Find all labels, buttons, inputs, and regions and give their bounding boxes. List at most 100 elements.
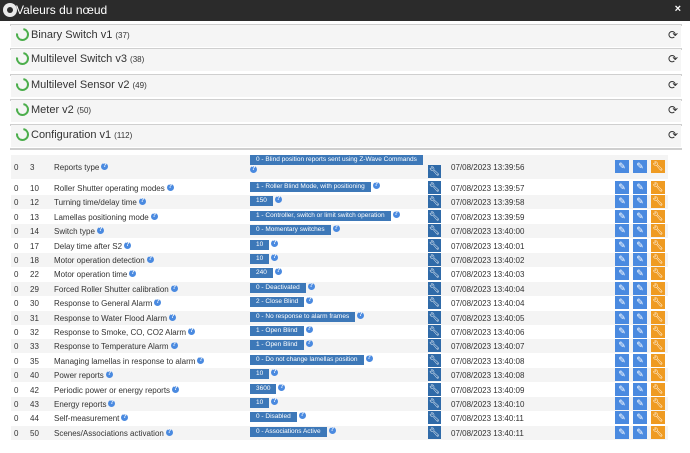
wrench-icon[interactable]: 🔧︎ (428, 267, 441, 281)
pencil-icon[interactable]: ✎ (633, 253, 647, 266)
wrench-icon[interactable]: 🔧︎ (651, 397, 665, 410)
refresh-icon[interactable]: ⟳ (668, 103, 678, 117)
question-icon[interactable]: ? (121, 414, 129, 422)
pencil-icon[interactable]: ✎ (615, 353, 629, 367)
value-badge[interactable]: 150 (250, 196, 273, 207)
question-icon[interactable]: ? (305, 340, 313, 348)
pencil-icon[interactable]: ✎ (615, 181, 629, 194)
pencil-icon[interactable]: ✎ (633, 353, 647, 367)
pencil-icon[interactable]: ✎ (615, 296, 629, 310)
question-icon[interactable]: ? (392, 210, 400, 218)
pencil-icon[interactable]: ✎ (633, 425, 647, 439)
pencil-icon[interactable]: ✎ (633, 181, 647, 194)
question-icon[interactable]: ? (274, 268, 282, 276)
pencil-icon[interactable]: ✎ (615, 160, 629, 173)
pencil-icon[interactable]: ✎ (633, 339, 647, 353)
wrench-icon[interactable]: 🔧︎ (651, 296, 665, 310)
wrench-icon[interactable]: 🔧︎ (428, 253, 441, 266)
value-badge[interactable]: 10 (250, 239, 270, 250)
section-meter[interactable]: Meter v2 (50) ⟳ (11, 100, 681, 122)
question-icon[interactable]: ? (170, 284, 178, 292)
section-binary-switch[interactable]: Binary Switch v1 (37) ⟳ (11, 25, 681, 47)
wrench-icon[interactable]: 🔧︎ (428, 425, 441, 439)
pencil-icon[interactable]: ✎ (633, 368, 647, 382)
pencil-icon[interactable]: ✎ (633, 209, 647, 223)
value-badge[interactable]: 1 - Open Blind (250, 340, 304, 351)
pencil-icon[interactable]: ✎ (633, 411, 647, 425)
refresh-icon[interactable]: ⟳ (668, 78, 678, 92)
pencil-icon[interactable]: ✎ (615, 195, 629, 209)
wrench-icon[interactable]: 🔧︎ (428, 310, 441, 324)
wrench-icon[interactable]: 🔧︎ (428, 281, 441, 295)
question-icon[interactable]: ? (250, 166, 257, 173)
wrench-icon[interactable]: 🔧︎ (651, 368, 665, 382)
value-badge[interactable]: 10 (250, 254, 270, 264)
value-badge[interactable]: 0 - Do not change lamellas position (250, 354, 364, 365)
question-icon[interactable]: ? (150, 212, 158, 220)
pencil-icon[interactable]: ✎ (615, 411, 629, 425)
pencil-icon[interactable]: ✎ (633, 310, 647, 324)
question-icon[interactable]: ? (138, 198, 146, 206)
wrench-icon[interactable]: 🔧︎ (428, 325, 441, 338)
question-icon[interactable]: ? (307, 282, 315, 290)
pencil-icon[interactable]: ✎ (615, 209, 629, 223)
pencil-icon[interactable]: ✎ (633, 238, 647, 252)
pencil-icon[interactable]: ✎ (633, 397, 647, 410)
wrench-icon[interactable]: 🔧︎ (651, 160, 665, 173)
question-icon[interactable]: ? (271, 254, 279, 261)
wrench-icon[interactable]: 🔧︎ (428, 353, 441, 367)
question-icon[interactable]: ? (166, 184, 174, 191)
value-badge[interactable]: 10 (250, 398, 270, 408)
pencil-icon[interactable]: ✎ (615, 425, 629, 439)
question-icon[interactable]: ? (101, 163, 109, 170)
refresh-icon[interactable]: ⟳ (668, 52, 678, 66)
wrench-icon[interactable]: 🔧︎ (651, 411, 665, 425)
wrench-icon[interactable]: 🔧︎ (651, 267, 665, 281)
wrench-icon[interactable]: 🔧︎ (428, 397, 441, 410)
question-icon[interactable]: ? (170, 342, 178, 350)
pencil-icon[interactable]: ✎ (615, 339, 629, 353)
question-icon[interactable]: ? (271, 398, 279, 405)
refresh-icon[interactable]: ⟳ (668, 28, 678, 42)
value-badge[interactable]: 0 - Blind position reports sent using Z-… (250, 155, 423, 165)
question-icon[interactable]: ? (274, 196, 282, 204)
wrench-icon[interactable]: 🔧︎ (651, 224, 665, 238)
wrench-icon[interactable]: 🔧︎ (651, 310, 665, 324)
wrench-icon[interactable]: 🔧︎ (428, 209, 441, 223)
value-badge[interactable]: 10 (250, 369, 270, 380)
pencil-icon[interactable]: ✎ (615, 310, 629, 324)
question-icon[interactable]: ? (278, 383, 286, 391)
wrench-icon[interactable]: 🔧︎ (428, 339, 441, 353)
wrench-icon[interactable]: 🔧︎ (428, 224, 441, 238)
wrench-icon[interactable]: 🔧︎ (428, 165, 441, 178)
question-icon[interactable]: ? (169, 313, 177, 321)
pencil-icon[interactable]: ✎ (615, 267, 629, 281)
question-icon[interactable]: ? (357, 311, 365, 319)
section-multilevel-sensor[interactable]: Multilevel Sensor v2 (49) ⟳ (11, 75, 681, 97)
wrench-icon[interactable]: 🔧︎ (651, 353, 665, 367)
refresh-icon[interactable]: ⟳ (668, 128, 678, 142)
pencil-icon[interactable]: ✎ (615, 382, 629, 396)
value-badge[interactable]: 0 - Deactivated (250, 282, 306, 293)
value-badge[interactable]: 2 - Close Blind (250, 297, 305, 308)
question-icon[interactable]: ? (197, 356, 205, 364)
question-icon[interactable]: ? (306, 297, 314, 305)
value-badge[interactable]: 240 (250, 268, 273, 279)
question-icon[interactable]: ? (146, 256, 154, 263)
wrench-icon[interactable]: 🔧︎ (428, 382, 441, 396)
pencil-icon[interactable]: ✎ (615, 325, 629, 338)
pencil-icon[interactable]: ✎ (615, 368, 629, 382)
question-icon[interactable]: ? (305, 326, 313, 333)
value-badge[interactable]: 0 - Disabled (250, 412, 297, 423)
question-icon[interactable]: ? (271, 239, 279, 247)
value-badge[interactable]: 0 - Associations Active (250, 426, 327, 437)
question-icon[interactable]: ? (165, 428, 173, 436)
wrench-icon[interactable]: 🔧︎ (428, 296, 441, 310)
wrench-icon[interactable]: 🔧︎ (428, 411, 441, 425)
question-icon[interactable]: ? (188, 328, 196, 335)
question-icon[interactable]: ? (172, 385, 180, 393)
pencil-icon[interactable]: ✎ (615, 238, 629, 252)
pencil-icon[interactable]: ✎ (615, 281, 629, 295)
pencil-icon[interactable]: ✎ (633, 296, 647, 310)
question-icon[interactable]: ? (328, 426, 336, 434)
